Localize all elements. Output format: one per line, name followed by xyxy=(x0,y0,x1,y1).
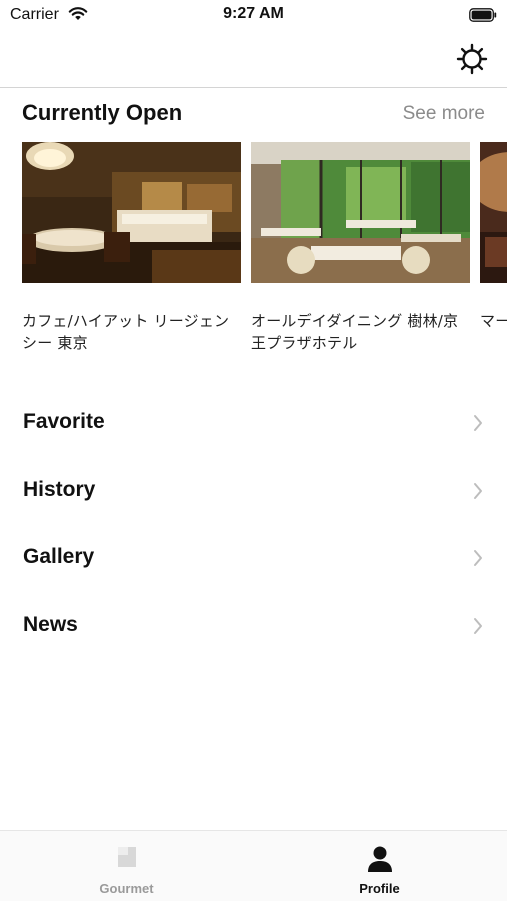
menu-item-label: History xyxy=(23,477,96,501)
menu-item-history[interactable]: History xyxy=(0,458,507,526)
currently-open-header: Currently Open See more xyxy=(22,100,485,130)
restaurant-photo xyxy=(480,142,507,283)
menu-item-label: News xyxy=(23,612,78,636)
profile-icon xyxy=(367,845,393,878)
chevron-right-icon xyxy=(473,617,483,640)
profile-menu: Favorite History Gallery News xyxy=(0,390,507,660)
restaurant-name: オールデイダイニング 樹林/京王プラザホテル xyxy=(251,312,459,352)
gourmet-icon xyxy=(114,845,140,874)
tab-label: Gourmet xyxy=(99,881,154,896)
battery-icon xyxy=(469,8,497,22)
gear-icon xyxy=(455,43,489,80)
see-more-link[interactable]: See more xyxy=(403,103,485,125)
tab-bar: Gourmet Profile xyxy=(0,830,507,901)
nav-bar xyxy=(0,30,507,88)
chevron-right-icon xyxy=(473,482,483,505)
restaurant-card[interactable]: マーン東 xyxy=(480,142,507,332)
chevron-right-icon xyxy=(473,414,483,437)
menu-item-news[interactable]: News xyxy=(0,593,507,661)
menu-item-label: Favorite xyxy=(23,410,105,433)
tab-gourmet[interactable]: Gourmet xyxy=(0,831,253,901)
settings-button[interactable] xyxy=(455,42,489,76)
restaurant-name: カフェ/ハイアット リージェンシー 東京 xyxy=(22,312,230,352)
restaurant-photo xyxy=(251,142,470,283)
menu-item-label: Gallery xyxy=(23,545,95,568)
restaurant-card[interactable]: オールデイダイニング 樹林/京王プラザホテル xyxy=(251,142,470,354)
status-time: 9:27 AM xyxy=(223,5,284,22)
chevron-right-icon xyxy=(473,549,483,572)
menu-item-favorite[interactable]: Favorite xyxy=(0,390,507,458)
restaurant-carousel[interactable]: カフェ/ハイアット リージェンシー 東京 オールデイダイニング 樹林/京王プラザ… xyxy=(22,142,507,362)
restaurant-card[interactable]: カフェ/ハイアット リージェンシー 東京 xyxy=(22,142,241,354)
section-title: Currently Open xyxy=(22,100,183,125)
tab-profile[interactable]: Profile xyxy=(253,831,506,901)
menu-item-gallery[interactable]: Gallery xyxy=(0,525,507,593)
restaurant-photo xyxy=(22,142,241,283)
tab-label: Profile xyxy=(359,881,400,896)
status-bar: Carrier 9:27 AM xyxy=(0,0,507,30)
restaurant-name: マーン東 xyxy=(480,312,507,330)
